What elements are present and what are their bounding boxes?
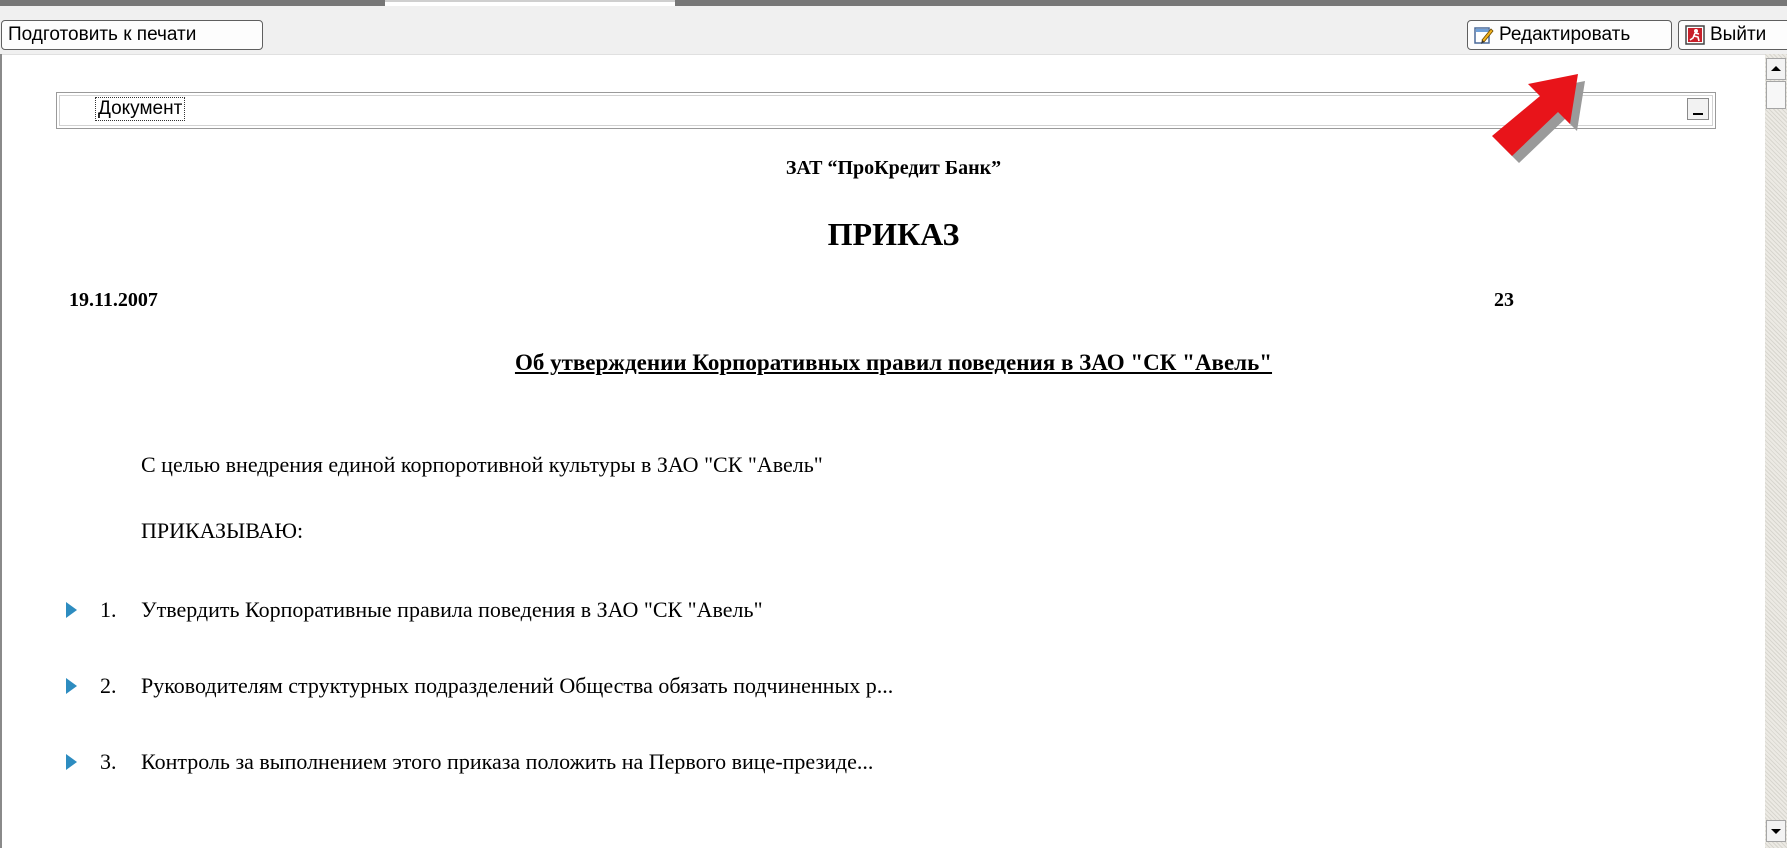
document-date: 19.11.2007 (69, 289, 158, 311)
document-panel-header: Документ (56, 92, 1716, 129)
document-number: 23 (1494, 289, 1514, 311)
order-item-number: 2. (100, 673, 117, 698)
document-title: ПРИКАЗ (827, 216, 960, 252)
scroll-up-icon[interactable] (1766, 58, 1786, 80)
organization-name: ЗАТ “ПроКредит Банк” (785, 157, 1002, 179)
expand-triangle-icon[interactable] (66, 754, 77, 770)
order-item-text: Утвердить Корпоративные правила поведени… (141, 597, 763, 622)
expand-triangle-icon[interactable] (66, 602, 77, 618)
toolbar: Подготовить к печати Редактировать Выйти (0, 6, 1787, 55)
print-button[interactable]: Подготовить к печати (1, 20, 263, 50)
exit-button[interactable]: Выйти (1678, 20, 1787, 50)
expand-triangle-icon[interactable] (66, 678, 77, 694)
edit-button[interactable]: Редактировать (1467, 20, 1672, 50)
vertical-scrollbar[interactable] (1765, 54, 1787, 848)
exit-button-label: Выйти (1710, 24, 1767, 45)
order-item-number: 3. (100, 749, 117, 774)
pointer-arrow (1492, 74, 1585, 163)
print-button-label: Подготовить к печати (8, 24, 197, 45)
document-purpose: С целью внедрения единой корпоротивной к… (141, 452, 823, 477)
edit-button-label: Редактировать (1499, 24, 1631, 45)
scrollbar-thumb[interactable] (1766, 81, 1786, 109)
document-panel-inner (59, 95, 1713, 126)
orders-heading: ПРИКАЗЫВАЮ: (141, 518, 304, 543)
order-item-number: 1. (100, 597, 117, 622)
exit-icon (1685, 25, 1705, 45)
scroll-down-icon[interactable] (1766, 820, 1786, 842)
order-item-text: Руководителям структурных подразделений … (141, 673, 894, 698)
edit-icon (1474, 25, 1494, 45)
document-subject: Об утверждении Корпоративных правил пове… (514, 350, 1273, 375)
minimize-icon[interactable] (1687, 98, 1709, 120)
document-panel-label[interactable]: Документ (95, 97, 186, 121)
order-item-text: Контроль за выполнением этого приказа по… (141, 749, 874, 774)
